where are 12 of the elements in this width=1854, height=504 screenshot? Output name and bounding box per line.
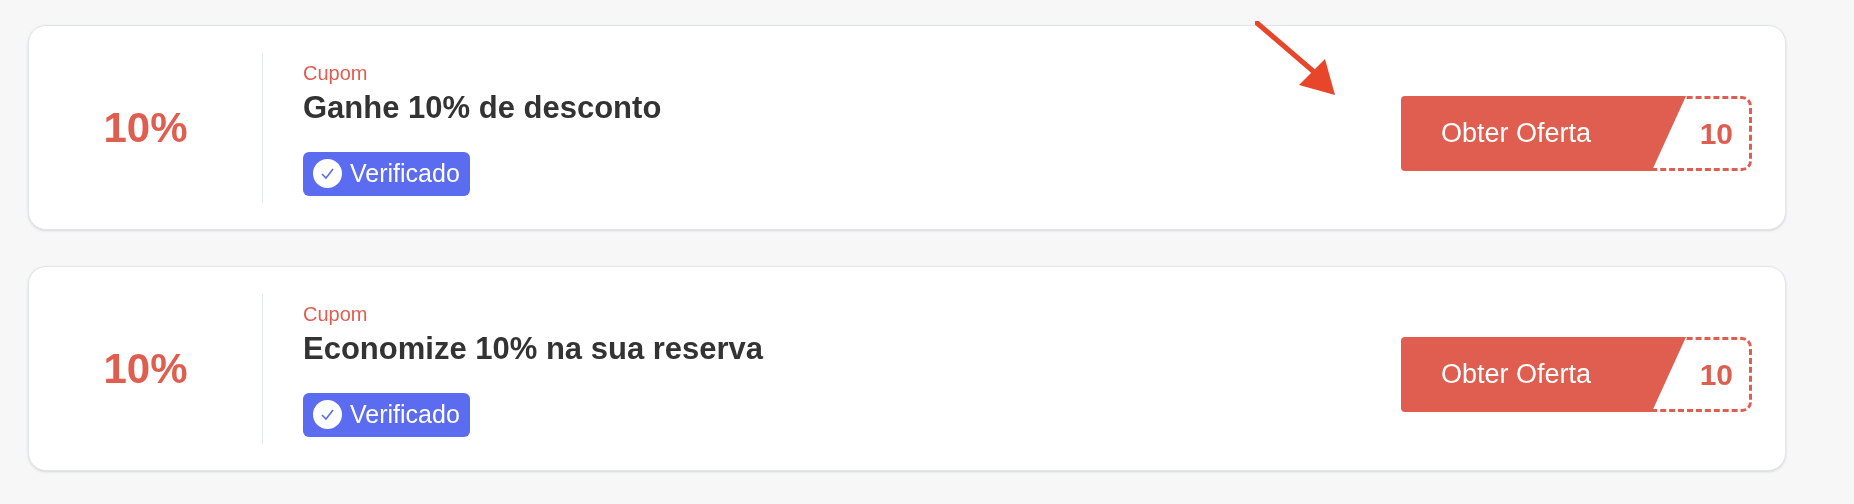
offer-title: Ganhe 10% de desconto <box>303 88 662 127</box>
verified-badge: Verificado <box>303 151 470 196</box>
check-icon <box>313 400 342 429</box>
offer-title: Economize 10% na sua reserva <box>303 329 764 368</box>
verified-badge: Verificado <box>303 392 470 437</box>
check-icon <box>313 159 342 188</box>
offer-type: Cupom <box>303 301 368 327</box>
get-offer-button[interactable]: Obter Oferta <box>1401 96 1686 171</box>
discount-value: 10% <box>103 103 188 153</box>
discount-value: 10% <box>103 344 188 394</box>
get-offer-button[interactable]: Obter Oferta <box>1401 337 1686 412</box>
offer-type: Cupom <box>303 60 368 86</box>
